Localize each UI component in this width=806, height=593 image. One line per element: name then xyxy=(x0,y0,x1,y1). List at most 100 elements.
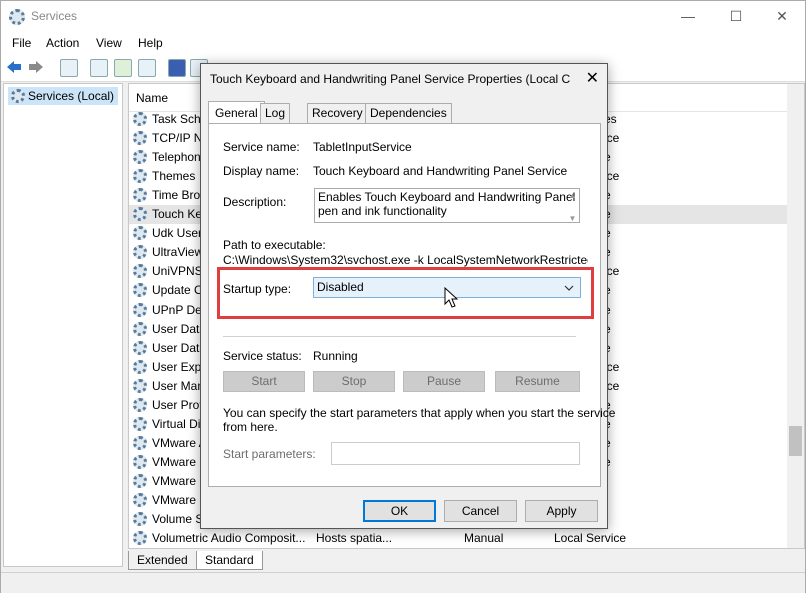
tab-general[interactable]: General xyxy=(208,101,265,124)
path-value: C:\Windows\System32\svchost.exe -k Local… xyxy=(223,253,588,267)
description-label: Description: xyxy=(223,195,287,209)
gear-icon xyxy=(133,188,147,203)
pause-button[interactable]: Pause xyxy=(403,371,485,392)
close-button[interactable]: ✕ xyxy=(759,1,805,32)
tab-recovery[interactable]: Recovery xyxy=(307,103,368,123)
dialog-close-button[interactable]: ✕ xyxy=(586,68,599,88)
gear-icon xyxy=(133,512,147,527)
service-name-cell: Update O xyxy=(152,283,204,298)
gear-icon xyxy=(133,112,147,126)
apply-button[interactable]: Apply xyxy=(525,500,598,522)
tab-extended[interactable]: Extended xyxy=(128,551,197,570)
gear-icon xyxy=(133,264,147,279)
show-hide-console-tree-icon[interactable] xyxy=(60,59,78,77)
gear-icon xyxy=(11,89,25,103)
startup-type-label: Startup type: xyxy=(223,282,292,296)
gear-icon xyxy=(133,359,147,374)
gear-icon xyxy=(133,531,147,546)
column-header-name[interactable]: Name xyxy=(136,91,168,105)
path-label: Path to executable: xyxy=(223,238,326,252)
chevron-down-icon xyxy=(564,278,574,304)
services-gear-icon xyxy=(9,9,25,25)
window-title: Services xyxy=(31,9,78,23)
menu-help[interactable]: Help xyxy=(138,36,163,50)
tab-log-on[interactable]: Log On xyxy=(260,103,291,139)
gear-icon xyxy=(133,321,147,336)
menu-action[interactable]: Action xyxy=(46,36,79,50)
service-description-cell: Hosts spatia... xyxy=(316,531,393,546)
minimize-button[interactable]: — xyxy=(665,1,711,32)
gear-icon xyxy=(133,435,147,450)
service-name-cell: User Data xyxy=(152,321,207,336)
description-line-2: pen and ink functionality xyxy=(318,204,447,218)
service-name-cell: VMware A xyxy=(152,435,207,450)
mouse-pointer-icon xyxy=(444,287,459,308)
chevron-down-icon[interactable]: ▼ xyxy=(566,212,579,226)
service-name-cell: Virtual Dis xyxy=(152,416,207,431)
gear-icon xyxy=(133,473,147,488)
service-name-value: TabletInputService xyxy=(313,140,412,154)
chevron-up-icon[interactable]: ▲ xyxy=(566,189,579,203)
title-bar: Services — ☐ ✕ xyxy=(1,1,805,32)
menu-file[interactable]: File xyxy=(12,36,31,50)
display-name-label: Display name: xyxy=(223,164,300,178)
back-arrow-icon[interactable] xyxy=(6,60,22,74)
export-list-icon[interactable] xyxy=(138,59,156,77)
service-name-cell: Time Brok xyxy=(152,188,207,203)
gear-icon xyxy=(133,207,147,222)
tree-node-label: Services (Local) xyxy=(28,89,115,103)
tab-standard[interactable]: Standard xyxy=(196,551,263,570)
dialog-title: Touch Keyboard and Handwriting Panel Ser… xyxy=(210,72,570,86)
gear-icon xyxy=(133,283,147,298)
service-startup-cell: Manual xyxy=(464,531,504,546)
description-scrollbar[interactable]: ▲ ▼ xyxy=(566,189,579,223)
gear-icon xyxy=(133,454,147,469)
menu-view[interactable]: View xyxy=(96,36,122,50)
tree-node-services-local[interactable]: Services (Local) xyxy=(8,87,118,105)
display-name-value: Touch Keyboard and Handwriting Panel Ser… xyxy=(313,164,568,178)
refresh-icon[interactable] xyxy=(114,59,132,77)
start-parameters-hint-line-2: from here. xyxy=(223,420,278,434)
scrollbar-thumb[interactable] xyxy=(789,426,802,456)
gear-icon xyxy=(133,150,147,165)
console-tree: Services (Local) xyxy=(3,83,123,567)
forward-arrow-icon[interactable] xyxy=(28,60,44,74)
menu-bar: File Action View Help xyxy=(1,32,805,54)
gear-icon xyxy=(133,493,147,507)
service-status-value: Running xyxy=(313,349,358,363)
tab-dependencies[interactable]: Dependencies xyxy=(365,103,452,123)
service-name-cell: Volume S xyxy=(152,512,204,527)
ok-button[interactable]: OK xyxy=(363,500,436,522)
service-name-cell: Volumetric Audio Composit... xyxy=(152,531,306,546)
start-parameters-input[interactable] xyxy=(331,442,580,465)
start-button[interactable]: Start xyxy=(223,371,305,392)
gear-icon xyxy=(133,416,147,431)
start-parameters-label: Start parameters: xyxy=(223,447,316,461)
service-name-cell: User Man xyxy=(152,378,205,393)
help-icon[interactable] xyxy=(168,59,186,77)
service-name-cell: User Profi xyxy=(152,397,206,412)
gear-icon xyxy=(133,378,147,393)
service-name-cell: UltraView xyxy=(152,245,204,260)
maximize-button[interactable]: ☐ xyxy=(713,1,759,32)
properties-icon[interactable] xyxy=(90,59,108,77)
description-textbox[interactable]: Enables Touch Keyboard and Handwriting P… xyxy=(314,188,580,223)
service-row[interactable]: Volumetric Audio Composit... Hosts spatia… xyxy=(129,529,804,548)
cancel-button[interactable]: Cancel xyxy=(444,500,517,522)
service-name-cell: User Data xyxy=(152,340,207,355)
service-name-cell: Themes xyxy=(152,169,196,184)
vertical-scrollbar[interactable] xyxy=(787,84,804,548)
gear-icon xyxy=(133,169,147,184)
resume-button[interactable]: Resume xyxy=(495,371,580,392)
gear-icon xyxy=(133,131,147,146)
gear-icon xyxy=(133,245,147,260)
stop-button[interactable]: Stop xyxy=(313,371,395,392)
service-name-cell: Telephony xyxy=(152,150,207,165)
service-properties-dialog: Touch Keyboard and Handwriting Panel Ser… xyxy=(200,63,615,529)
gear-icon xyxy=(133,302,147,317)
gear-icon xyxy=(133,340,147,355)
divider xyxy=(223,336,576,337)
service-logon-cell: Local Service xyxy=(554,531,627,546)
service-name-cell: Udk User xyxy=(152,226,203,241)
gear-icon xyxy=(133,226,147,241)
